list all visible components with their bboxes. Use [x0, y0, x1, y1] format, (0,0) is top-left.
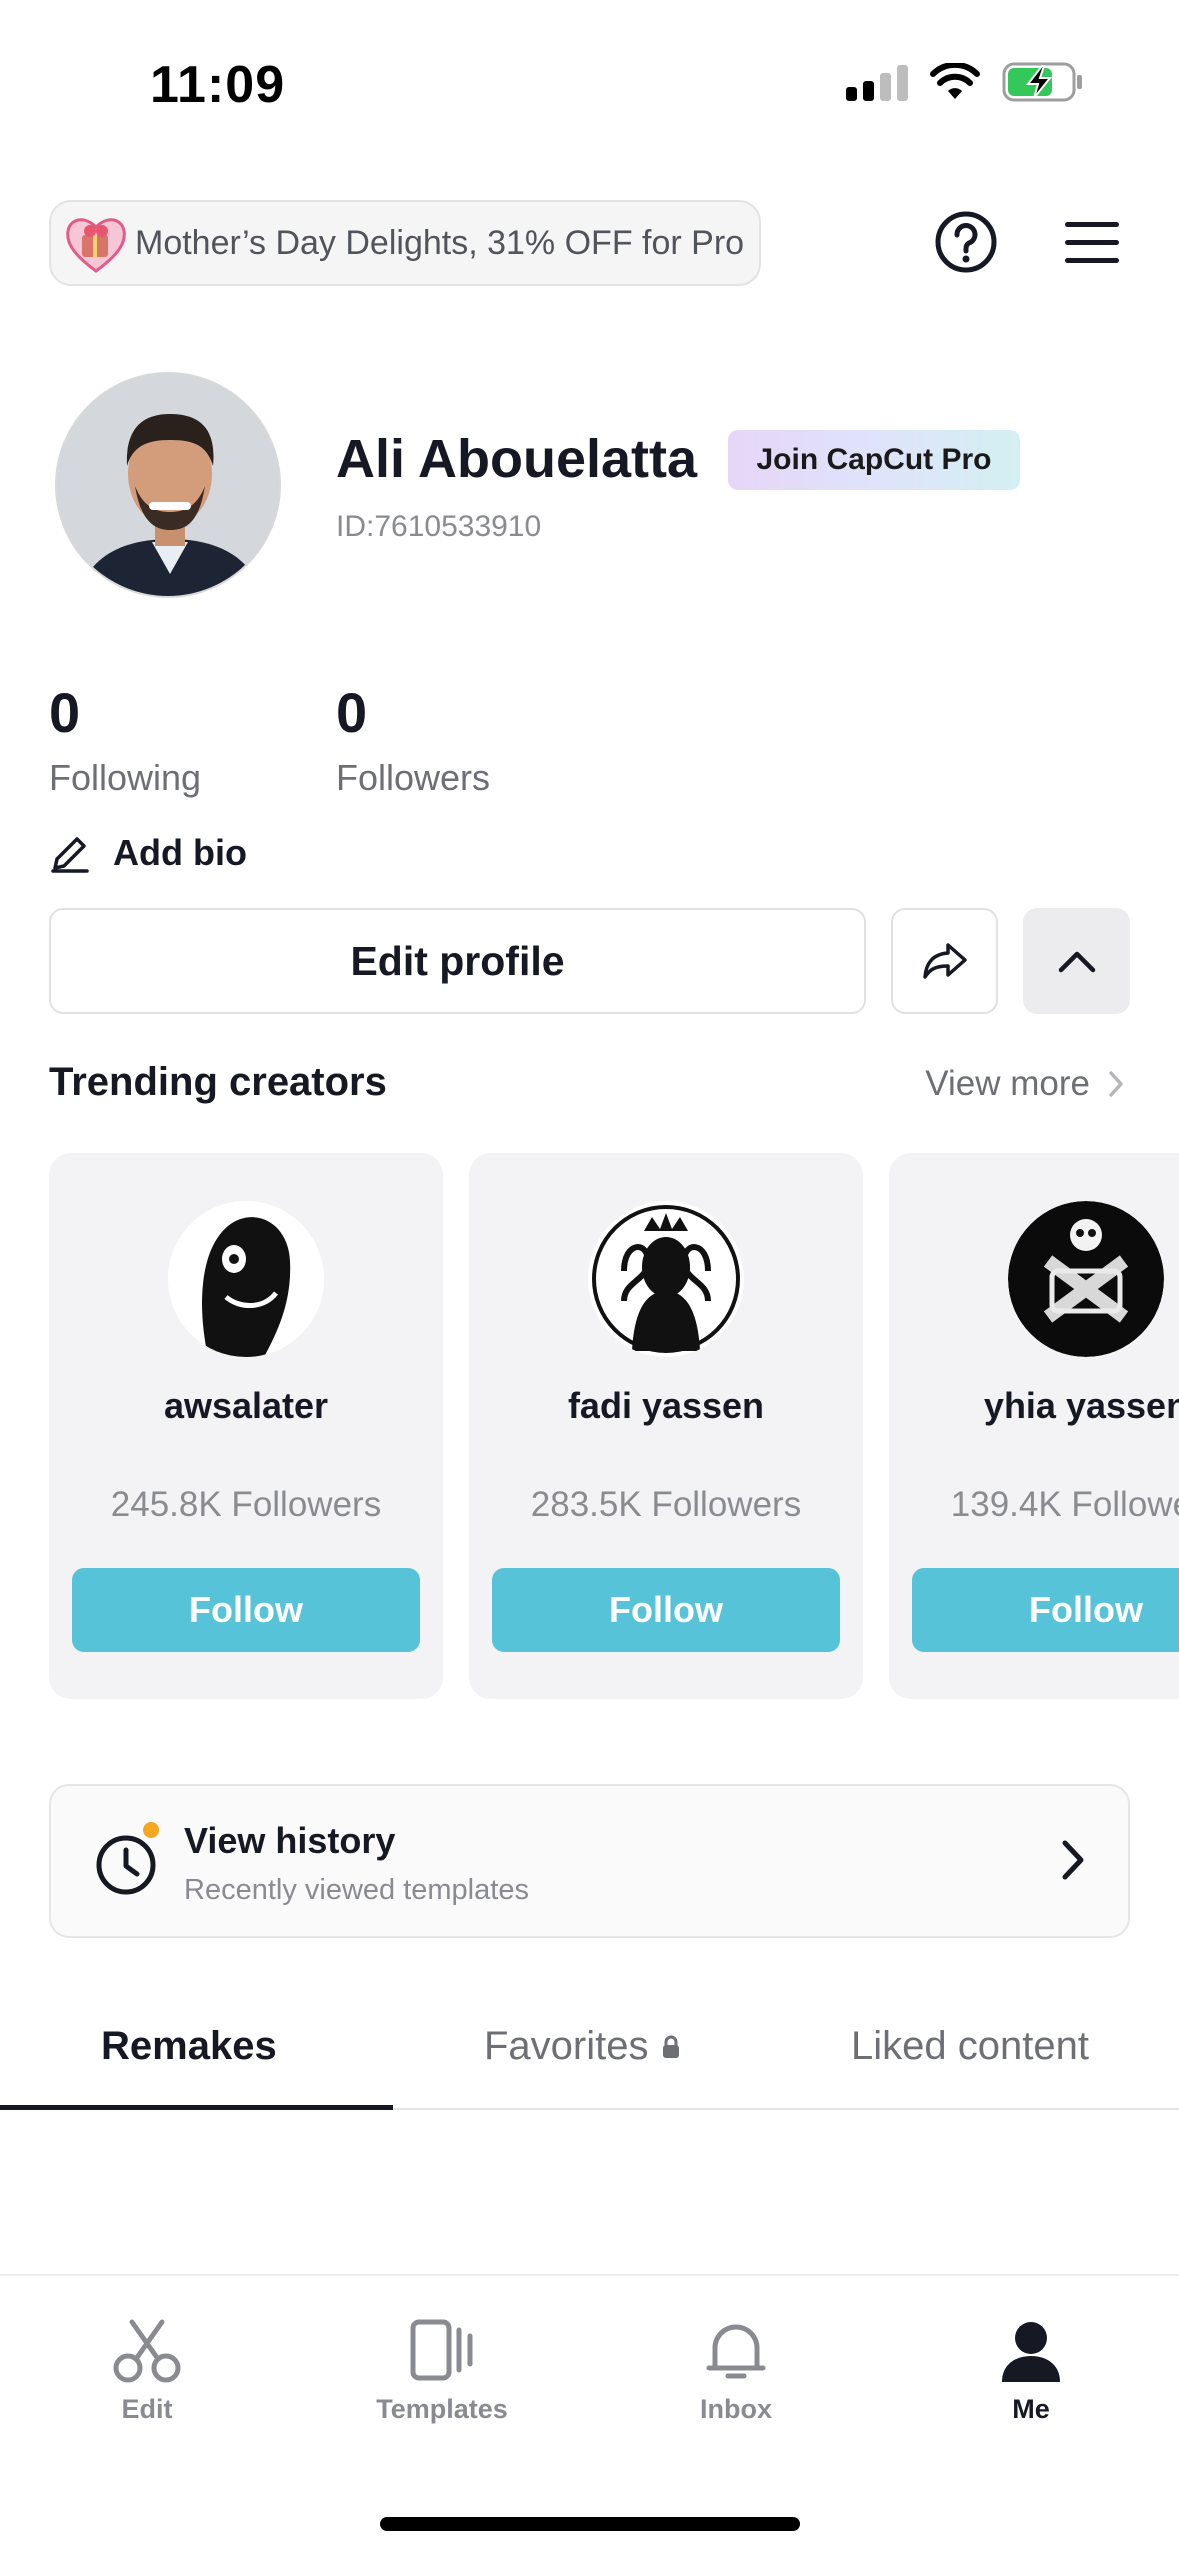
creator-name: awsalater — [163, 1385, 329, 1426]
nav-label: Inbox — [700, 2394, 772, 2424]
nav-label: Templates — [376, 2394, 508, 2424]
creator-followers: 283.5K Followers — [530, 1485, 802, 1524]
edit-profile-button[interactable]: Edit profile — [49, 908, 866, 1014]
profile-avatar[interactable] — [55, 372, 281, 598]
creator-card[interactable]: fadi yassen 283.5K Followers Follow — [469, 1153, 863, 1699]
creator-card[interactable]: yhia yassen 139.4K Followers Follow — [889, 1153, 1179, 1699]
add-bio-label: Add bio — [113, 832, 247, 873]
creator-avatar[interactable] — [588, 1201, 744, 1357]
creator-followers: 139.4K Followers — [950, 1485, 1179, 1524]
heart-gift-icon — [59, 206, 133, 280]
creator-card[interactable]: awsalater 245.8K Followers Follow — [49, 1153, 443, 1699]
promo-text: Mother’s Day Delights, 31% OFF for Pro — [135, 223, 745, 262]
tab-liked-content[interactable]: Liked content — [851, 2024, 1089, 2069]
nav-edit[interactable]: Edit — [47, 2316, 247, 2425]
chevron-right-icon — [1062, 1840, 1084, 1880]
followers-label: Followers — [336, 757, 491, 798]
followers-count: 0 — [336, 681, 368, 744]
following-count: 0 — [49, 681, 81, 744]
trending-creators-carousel[interactable]: awsalater 245.8K Followers Follow fadi y… — [49, 1153, 1179, 1699]
nav-templates[interactable]: Templates — [342, 2316, 542, 2425]
tab-favorites[interactable]: Favorites — [484, 2024, 681, 2069]
promo-banner[interactable]: Mother’s Day Delights, 31% OFF for Pro — [49, 200, 761, 286]
home-indicator — [380, 2517, 800, 2531]
help-circle-icon — [935, 211, 997, 273]
creator-name: fadi yassen — [567, 1385, 765, 1426]
notification-dot — [143, 1822, 159, 1838]
pencil-icon — [51, 837, 89, 873]
status-bar: 11:09 — [0, 0, 1179, 170]
profile-name: Ali Abouelatta — [336, 429, 698, 489]
help-button[interactable] — [934, 210, 998, 274]
following-label: Following — [49, 757, 202, 798]
lock-icon — [662, 2035, 679, 2058]
person-icon — [1002, 2322, 1060, 2382]
nav-label: Edit — [121, 2394, 173, 2424]
share-profile-button[interactable] — [891, 908, 998, 1014]
menu-button[interactable] — [1063, 214, 1121, 272]
followers-stat[interactable]: 0 Followers — [336, 680, 490, 799]
content-tabs: Remakes Favorites Liked content — [0, 2000, 1179, 2110]
status-icons — [846, 62, 1084, 102]
view-history-title: View history — [184, 1820, 396, 1861]
clock-icon — [96, 1835, 156, 1895]
nav-label: Me — [1012, 2394, 1050, 2424]
creator-name: yhia yassen — [983, 1385, 1179, 1426]
follow-button[interactable]: Follow — [72, 1568, 420, 1652]
collapse-button[interactable] — [1023, 908, 1130, 1014]
join-pro-badge[interactable]: Join CapCut Pro — [728, 430, 1020, 490]
profile-id: ID:7610533910 — [336, 510, 542, 543]
tab-label: Liked content — [851, 2024, 1089, 2068]
tab-remakes[interactable]: Remakes — [101, 2024, 277, 2069]
nav-me[interactable]: Me — [931, 2316, 1131, 2425]
following-stat[interactable]: 0 Following — [49, 680, 201, 799]
cellular-signal-icon — [846, 63, 908, 101]
bottom-navigation: Edit Templates Inbox Me — [0, 2274, 1179, 2556]
creator-followers: 245.8K Followers — [110, 1485, 382, 1524]
status-time: 11:09 — [150, 56, 286, 114]
trending-creators-title: Trending creators — [49, 1060, 387, 1104]
tab-label: Remakes — [101, 2024, 277, 2068]
scissors-icon — [113, 2319, 181, 2383]
tab-label: Favorites — [484, 2024, 649, 2068]
creator-avatar[interactable] — [1008, 1201, 1164, 1357]
follow-button[interactable]: Follow — [912, 1568, 1179, 1652]
view-more-link[interactable]: View more — [925, 1064, 1124, 1104]
chevron-up-icon — [1058, 951, 1095, 973]
view-history-subtitle: Recently viewed templates — [184, 1874, 529, 1906]
follow-button[interactable]: Follow — [492, 1568, 840, 1652]
templates-icon — [410, 2319, 473, 2381]
creator-avatar[interactable] — [168, 1201, 324, 1357]
wifi-icon — [930, 63, 980, 99]
share-arrow-icon — [922, 943, 967, 979]
chevron-right-icon — [1109, 1071, 1123, 1097]
hamburger-menu-icon — [1065, 222, 1119, 263]
nav-inbox[interactable]: Inbox — [636, 2316, 836, 2425]
battery-charging-icon — [1002, 62, 1082, 102]
active-tab-indicator — [0, 2105, 393, 2110]
add-bio-button[interactable]: Add bio — [49, 832, 247, 874]
bell-icon — [706, 2324, 766, 2379]
view-more-label: View more — [925, 1064, 1090, 1103]
view-history-card[interactable]: View history Recently viewed templates — [49, 1784, 1130, 1938]
